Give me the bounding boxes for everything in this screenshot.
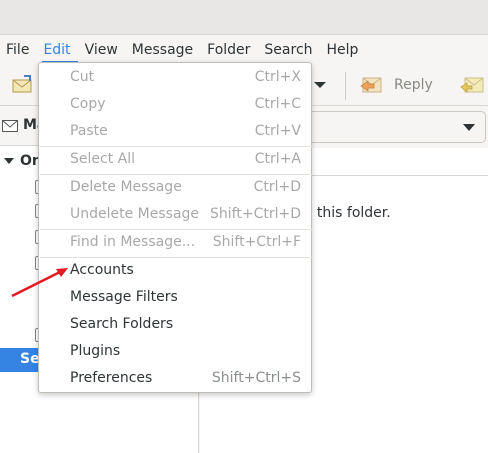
- toolbar-separator: [345, 72, 346, 100]
- menu-item-find-in-message[interactable]: Find in Message... Shift+Ctrl+F: [39, 230, 311, 257]
- reply-icon: [360, 77, 382, 93]
- menu-help[interactable]: Help: [320, 35, 366, 65]
- menu-item-undelete-message[interactable]: Undelete Message Shift+Ctrl+D: [39, 202, 311, 229]
- menu-item-paste[interactable]: Paste Ctrl+V: [39, 119, 311, 146]
- menu-item-plugins[interactable]: Plugins: [39, 339, 311, 366]
- menu-item-delete-message[interactable]: Delete Message Ctrl+D: [39, 175, 311, 202]
- menu-item-cut[interactable]: Cut Ctrl+X: [39, 65, 311, 92]
- mail-icon: [2, 120, 18, 132]
- menu-folder[interactable]: Folder: [200, 35, 257, 65]
- reply-button[interactable]: Reply: [360, 72, 433, 98]
- menu-view[interactable]: View: [78, 35, 125, 65]
- reply-all-icon[interactable]: [460, 74, 486, 96]
- expander-down-icon[interactable]: [4, 156, 14, 166]
- edit-menu-dropdown: Cut Ctrl+X Copy Ctrl+C Paste Ctrl+V Sele…: [38, 62, 312, 393]
- reply-label: Reply: [394, 77, 433, 93]
- chevron-down-icon: [463, 124, 475, 131]
- menu-message[interactable]: Message: [125, 35, 200, 65]
- menu-item-search-folders[interactable]: Search Folders: [39, 312, 311, 339]
- menu-item-message-filters[interactable]: Message Filters: [39, 285, 311, 312]
- menu-item-preferences[interactable]: Preferences Shift+Ctrl+S: [39, 366, 311, 393]
- annotation-arrow-icon: [11, 268, 68, 298]
- window-titlebar: [0, 0, 488, 35]
- chevron-down-icon[interactable]: [312, 79, 328, 91]
- menu-file[interactable]: File: [0, 35, 36, 65]
- menu-search[interactable]: Search: [257, 35, 319, 65]
- menu-item-select-all[interactable]: Select All Ctrl+A: [39, 147, 311, 174]
- menu-item-copy[interactable]: Copy Ctrl+C: [39, 92, 311, 119]
- selected-folder-label: Se: [20, 351, 40, 367]
- menu-item-accounts[interactable]: Accounts: [39, 258, 311, 285]
- get-mail-icon[interactable]: [12, 75, 34, 95]
